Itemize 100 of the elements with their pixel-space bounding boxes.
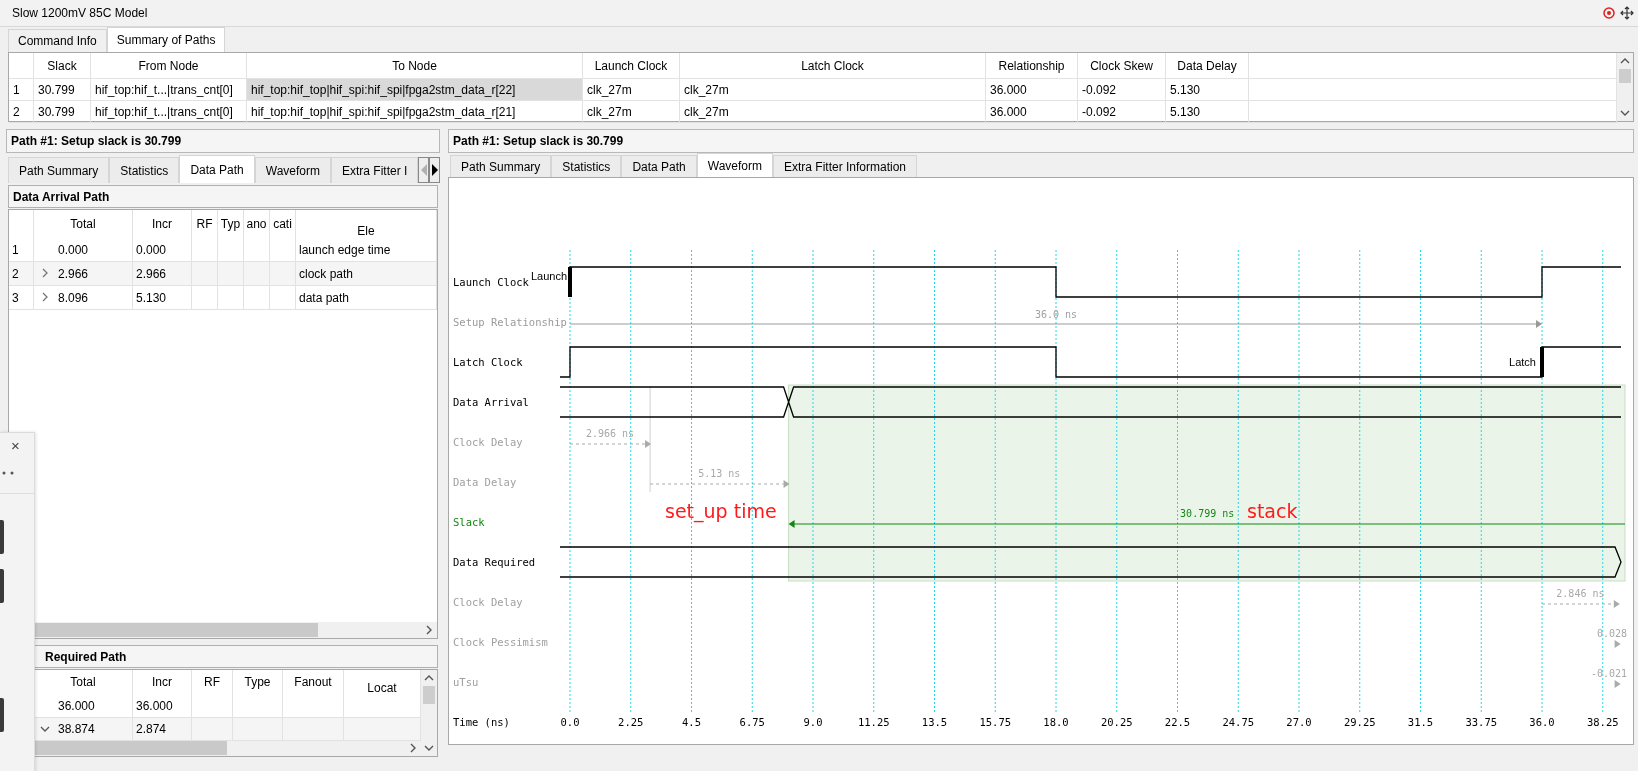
tab[interactable]: Waveform xyxy=(254,157,331,183)
column-header[interactable]: Ele xyxy=(296,210,437,238)
table-cell[interactable]: clk_27m xyxy=(680,101,986,122)
column-header[interactable]: Slack xyxy=(34,53,91,78)
tab[interactable]: Path Summary xyxy=(8,157,110,183)
measure-label: -0.021 xyxy=(1590,668,1627,679)
tab[interactable]: Summary of Paths xyxy=(106,27,226,52)
signal-label: Clock Pessimism xyxy=(453,636,548,648)
move-icon[interactable] xyxy=(1620,6,1634,20)
column-header[interactable]: Data Delay xyxy=(1166,53,1249,78)
chevron-down-icon[interactable] xyxy=(1620,109,1630,117)
tab-scroll-button[interactable] xyxy=(429,157,440,183)
signal-label: Latch Clock xyxy=(453,356,523,368)
column-header[interactable]: RF xyxy=(192,670,233,695)
measure-label: 36.0 ns xyxy=(1034,309,1078,320)
column-header[interactable]: cati xyxy=(270,210,296,238)
tab[interactable]: Data Path xyxy=(179,155,255,183)
table-cell[interactable]: 36.000 xyxy=(986,101,1078,122)
table-cell: clock path xyxy=(296,262,437,285)
tab[interactable]: Waveform xyxy=(696,153,773,177)
tick-label: 15.75 xyxy=(979,716,1012,728)
column-header[interactable]: Relationship xyxy=(986,53,1078,78)
signal-label: Slack xyxy=(453,516,485,528)
signal-label: Data Arrival xyxy=(453,396,529,408)
annotation-text: set_up time xyxy=(665,500,777,522)
tick-label: 6.75 xyxy=(739,716,765,728)
scrollbar-thumb[interactable] xyxy=(35,623,318,637)
table-cell: 0.000 xyxy=(133,238,192,261)
row-number: 3 xyxy=(9,286,34,309)
tab[interactable]: Path Summary xyxy=(450,155,552,177)
column-header[interactable]: Incr xyxy=(133,210,192,238)
table-cell[interactable]: clk_27m xyxy=(680,79,986,100)
column-header[interactable]: To Node xyxy=(247,53,583,78)
tab[interactable]: Statistics xyxy=(109,157,180,183)
table-cell[interactable]: 5.130 xyxy=(1166,79,1249,100)
column-header[interactable]: Type xyxy=(233,670,283,695)
panel-title: Path #1: Setup slack is 30.799 xyxy=(448,129,1634,153)
edge-marker xyxy=(1540,347,1544,377)
chevron-down-icon[interactable] xyxy=(424,744,434,752)
column-header[interactable]: Incr xyxy=(133,670,192,695)
annotation-text: stack xyxy=(1247,500,1298,522)
column-header[interactable]: Typ xyxy=(218,210,244,238)
table-cell[interactable]: 36.000 xyxy=(986,79,1078,100)
scrollbar-thumb[interactable] xyxy=(35,741,227,756)
tick-label: 13.5 xyxy=(921,716,948,728)
section-title: Data Arrival Path xyxy=(8,185,438,208)
column-header[interactable]: Latch Clock xyxy=(680,53,986,78)
measure-label: 2.846 ns xyxy=(1556,588,1605,599)
scrollbar-thumb[interactable] xyxy=(423,686,435,704)
chevron-right-icon[interactable] xyxy=(425,625,433,635)
table-cell[interactable]: 30.799 xyxy=(34,101,91,122)
triangle-left-icon xyxy=(419,164,428,176)
column-header[interactable]: Clock Skew xyxy=(1078,53,1166,78)
tick-label: 9.0 xyxy=(803,716,823,728)
table-cell: 8.096 xyxy=(58,290,89,305)
chevron-up-icon[interactable] xyxy=(424,674,434,682)
tab[interactable]: Extra Fitter I xyxy=(331,157,419,183)
table-cell: 38.874 xyxy=(58,721,95,736)
chevron-right-icon[interactable] xyxy=(40,268,50,278)
table-cell[interactable]: -0.092 xyxy=(1078,79,1166,100)
tick-label: 29.25 xyxy=(1343,716,1376,728)
row-number: 2 xyxy=(9,101,34,122)
table-cell[interactable]: 5.130 xyxy=(1166,101,1249,122)
column-header[interactable]: RF xyxy=(192,210,218,238)
tick-label: 4.5 xyxy=(682,716,701,728)
vertical-scrollbar[interactable] xyxy=(1617,53,1633,121)
column-header[interactable]: From Node xyxy=(91,53,247,78)
table-cell[interactable]: 30.799 xyxy=(34,79,91,100)
scrollbar-thumb[interactable] xyxy=(1619,69,1631,83)
chevron-right-icon[interactable] xyxy=(40,292,50,302)
more-icon[interactable] xyxy=(0,471,14,475)
table-cell[interactable]: hif_top:hif_t...|trans_cnt[0] xyxy=(91,101,247,122)
axis-label: Time (ns) xyxy=(453,716,510,728)
table-cell[interactable]: -0.092 xyxy=(1078,101,1166,122)
table-cell: launch edge time xyxy=(296,238,437,261)
close-icon[interactable]: × xyxy=(11,437,20,454)
dashed-arrow xyxy=(1614,680,1621,688)
tab[interactable]: Statistics xyxy=(551,155,622,177)
column-header[interactable]: ano xyxy=(244,210,270,238)
chevron-right-icon[interactable] xyxy=(409,743,417,754)
signal-label: Clock Delay xyxy=(453,436,523,448)
tick-label: 2.25 xyxy=(618,716,644,728)
tab[interactable]: Data Path xyxy=(621,155,697,177)
table-cell[interactable]: clk_27m xyxy=(583,101,680,122)
tab[interactable]: Command Info xyxy=(8,29,107,52)
target-icon[interactable] xyxy=(1603,7,1615,19)
column-header[interactable]: Launch Clock xyxy=(583,53,680,78)
table-cell[interactable]: hif_top:hif_top|hif_spi:hif_spi|fpga2stm_data_r[22] xyxy=(247,79,583,100)
column-header[interactable]: Total xyxy=(34,210,133,238)
table-cell[interactable]: clk_27m xyxy=(583,79,680,100)
signal-label: Clock Delay xyxy=(453,596,523,608)
table-cell: data path xyxy=(296,286,437,309)
table-cell[interactable]: hif_top:hif_top|hif_spi:hif_spi|fpga2stm_data_r[21] xyxy=(247,101,583,122)
tab[interactable]: Extra Fitter Information xyxy=(773,155,918,177)
chevron-up-icon[interactable] xyxy=(1620,57,1630,65)
measure-label: 2.966 ns xyxy=(585,428,635,439)
vertical-scrollbar[interactable] xyxy=(421,670,437,756)
row-number: 2 xyxy=(9,262,34,285)
column-header[interactable]: Fanout xyxy=(283,670,344,695)
signal-label: Setup Relationship xyxy=(453,316,567,328)
